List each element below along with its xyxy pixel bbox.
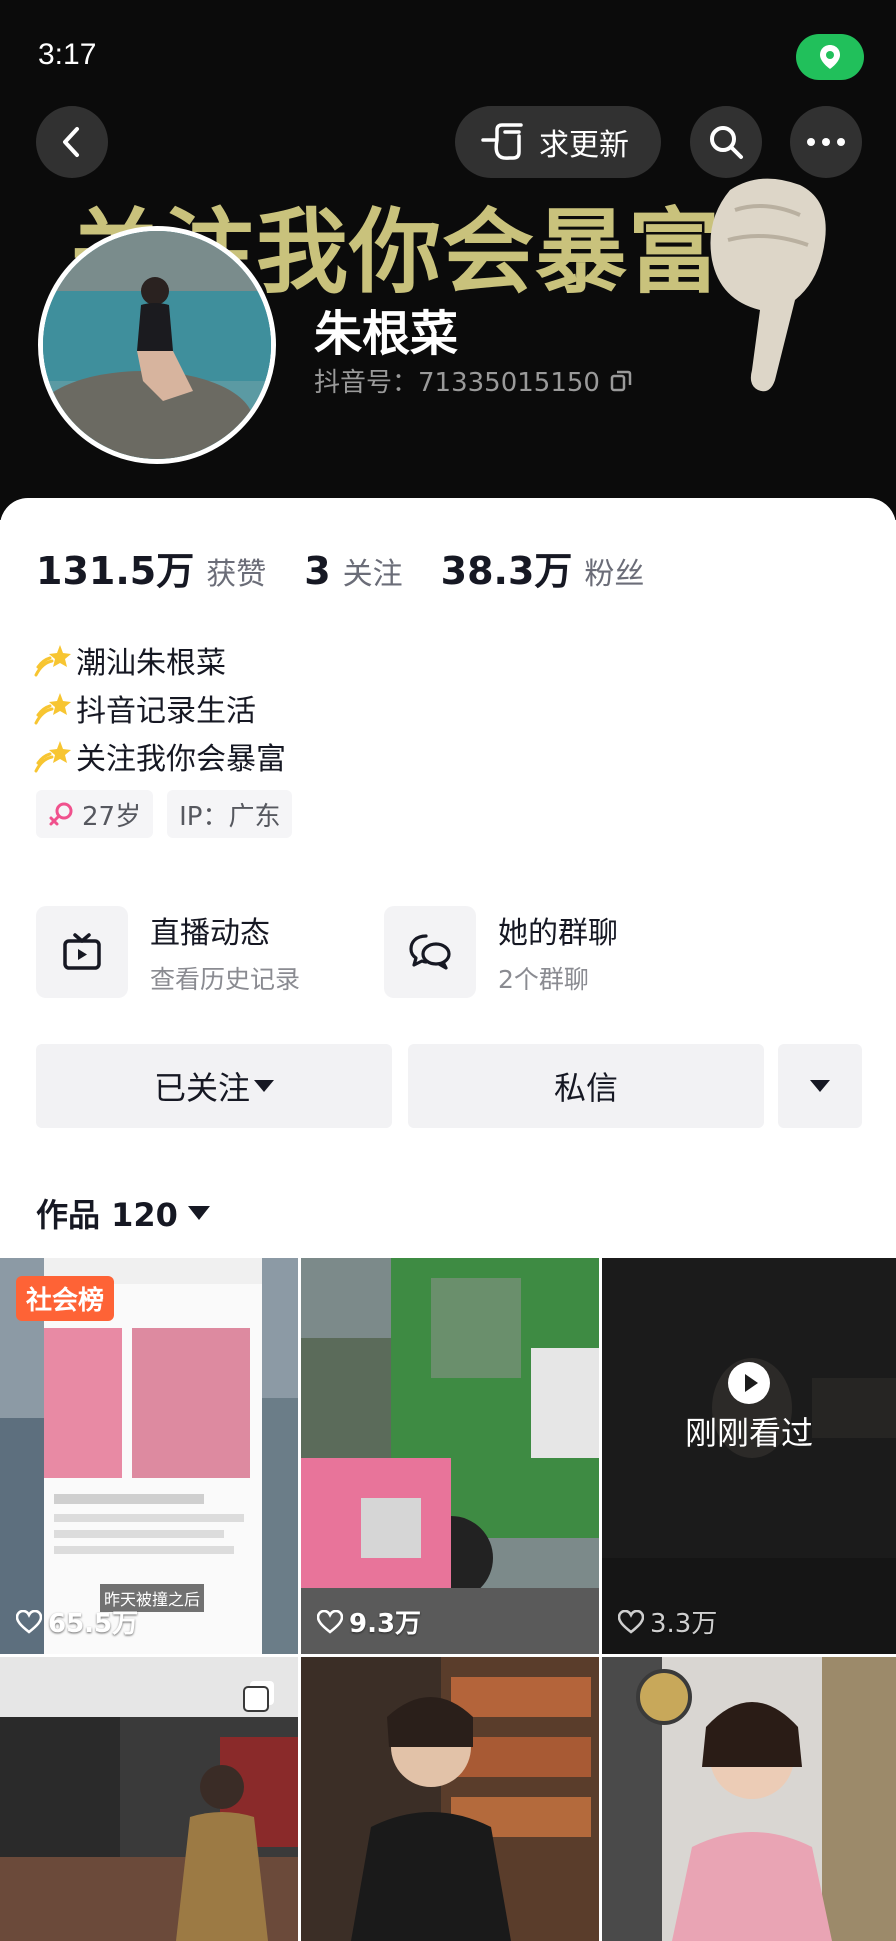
- rank-badge: 社会榜: [16, 1276, 115, 1321]
- age-text: 27岁: [82, 801, 142, 832]
- followed-button[interactable]: 已关注: [36, 1044, 392, 1128]
- back-button[interactable]: [36, 106, 108, 178]
- video-likes: 9.3万: [317, 1603, 421, 1640]
- bio-line: 关注我你会暴富: [34, 732, 286, 780]
- live-history-entry[interactable]: 直播动态 查看历史记录: [36, 906, 300, 998]
- video-likes: 65.5万: [16, 1603, 138, 1640]
- tv-icon: [63, 933, 101, 970]
- multi-image-icon: [243, 1681, 274, 1712]
- more-options-button[interactable]: [778, 1044, 862, 1128]
- avatar-photo: [43, 231, 271, 459]
- heart-icon: [317, 1609, 343, 1634]
- profile-header: 关注我你会暴富 3:17 求更新 朱根菜 抖音号：71335015150: [0, 0, 896, 520]
- ip-text: IP：广东: [179, 801, 281, 832]
- video-likes-count: 9.3万: [349, 1609, 422, 1639]
- bio-text: 潮汕朱根菜: [76, 646, 226, 681]
- douyin-id-row[interactable]: 抖音号：71335015150: [314, 362, 632, 399]
- status-time: 3:17: [38, 38, 97, 71]
- works-label: 作品 120: [36, 1196, 178, 1234]
- age-tag: 27岁: [36, 790, 154, 838]
- video-cover: [301, 1657, 599, 1941]
- video-likes-count: 3.3万: [650, 1609, 718, 1639]
- message-button[interactable]: 私信: [408, 1044, 764, 1128]
- bio-text: 抖音记录生活: [76, 694, 256, 729]
- video-likes-count: 65.5万: [48, 1609, 139, 1639]
- caret-down-icon: [187, 1206, 210, 1220]
- live-title: 直播动态: [150, 916, 270, 951]
- video-cover: [301, 1258, 599, 1654]
- caret-down-icon: [810, 1080, 830, 1092]
- caret-down-icon: [254, 1080, 274, 1092]
- video-thumbnail[interactable]: [602, 1657, 896, 1941]
- stat-likes[interactable]: 131.5万 获赞: [36, 540, 266, 595]
- video-thumbnail[interactable]: 刚刚看过 3.3万: [602, 1258, 896, 1654]
- stat-followers[interactable]: 38.3万 粉丝: [441, 540, 645, 595]
- live-icon-box: [36, 906, 128, 998]
- heart-icon: [16, 1609, 42, 1634]
- video-thumbnail[interactable]: [0, 1657, 298, 1941]
- bio-line: 抖音记录生活: [34, 684, 286, 732]
- play-icon: [728, 1362, 770, 1404]
- group-title: 她的群聊: [498, 916, 618, 951]
- bio: 潮汕朱根菜 抖音记录生活 关注我你会暴富: [34, 636, 286, 780]
- stat-following[interactable]: 3 关注: [304, 549, 402, 593]
- group-chat-entry[interactable]: 她的群聊 2个群聊: [384, 906, 618, 998]
- heart-icon: [618, 1609, 644, 1634]
- video-thumbnail[interactable]: [301, 1657, 599, 1941]
- video-cover: [602, 1258, 896, 1654]
- request-update-button[interactable]: 求更新: [455, 106, 661, 178]
- dizzy-star-icon: [34, 741, 71, 773]
- search-button[interactable]: [690, 106, 762, 178]
- stats-row: 131.5万 获赞 3 关注 38.3万 粉丝: [36, 540, 682, 595]
- dizzy-star-icon: [34, 645, 71, 677]
- group-subtitle: 2个群聊: [498, 965, 589, 994]
- stat-likes-count: 131.5万: [36, 549, 195, 593]
- video-cover: [602, 1657, 896, 1941]
- pointing-hand-icon: [710, 178, 826, 392]
- nickname: 朱根菜: [314, 306, 459, 362]
- pointing-finger-icon: [481, 123, 523, 160]
- request-update-label: 求更新: [539, 128, 629, 163]
- live-subtitle: 查看历史记录: [150, 965, 301, 994]
- douyin-id: 抖音号：71335015150: [314, 368, 600, 398]
- video-likes: 3.3万: [618, 1603, 717, 1640]
- just-watched-label: 刚刚看过: [684, 1414, 813, 1452]
- back-arrow-icon: [63, 127, 79, 157]
- more-button[interactable]: [790, 106, 862, 178]
- chat-bubbles-icon: [409, 934, 451, 970]
- profile-tags: 27岁 IP：广东: [36, 790, 293, 838]
- bio-text: 关注我你会暴富: [76, 742, 286, 777]
- stat-followers-label: 粉丝: [584, 557, 645, 592]
- works-tab[interactable]: 作品 120: [36, 1190, 210, 1236]
- stat-followers-count: 38.3万: [440, 549, 573, 593]
- location-pin-icon: [820, 45, 840, 69]
- stat-following-label: 关注: [342, 557, 403, 592]
- bio-line: 潮汕朱根菜: [34, 636, 286, 684]
- copy-icon[interactable]: [610, 370, 632, 392]
- location-indicator: [796, 34, 864, 80]
- group-icon-box: [384, 906, 476, 998]
- stat-likes-label: 获赞: [206, 557, 267, 592]
- more-dots-icon: [807, 138, 845, 146]
- search-icon: [710, 126, 743, 159]
- avatar[interactable]: [38, 226, 276, 464]
- video-thumbnail[interactable]: 社会榜 昨天被撞之后 65.5万: [0, 1258, 298, 1654]
- profile-card: 131.5万 获赞 3 关注 38.3万 粉丝 潮汕朱根菜 抖音记录生活 关注我…: [0, 498, 896, 1258]
- video-thumbnail[interactable]: 9.3万: [301, 1258, 599, 1654]
- video-grid: 社会榜 昨天被撞之后 65.5万 9.3万 刚刚看过 3.3万: [0, 1258, 896, 1941]
- message-label: 私信: [553, 1069, 618, 1107]
- female-icon: [49, 802, 73, 826]
- dizzy-star-icon: [34, 693, 71, 725]
- ip-tag: IP：广东: [167, 790, 293, 838]
- followed-label: 已关注: [153, 1069, 250, 1107]
- stat-following-count: 3: [304, 549, 331, 593]
